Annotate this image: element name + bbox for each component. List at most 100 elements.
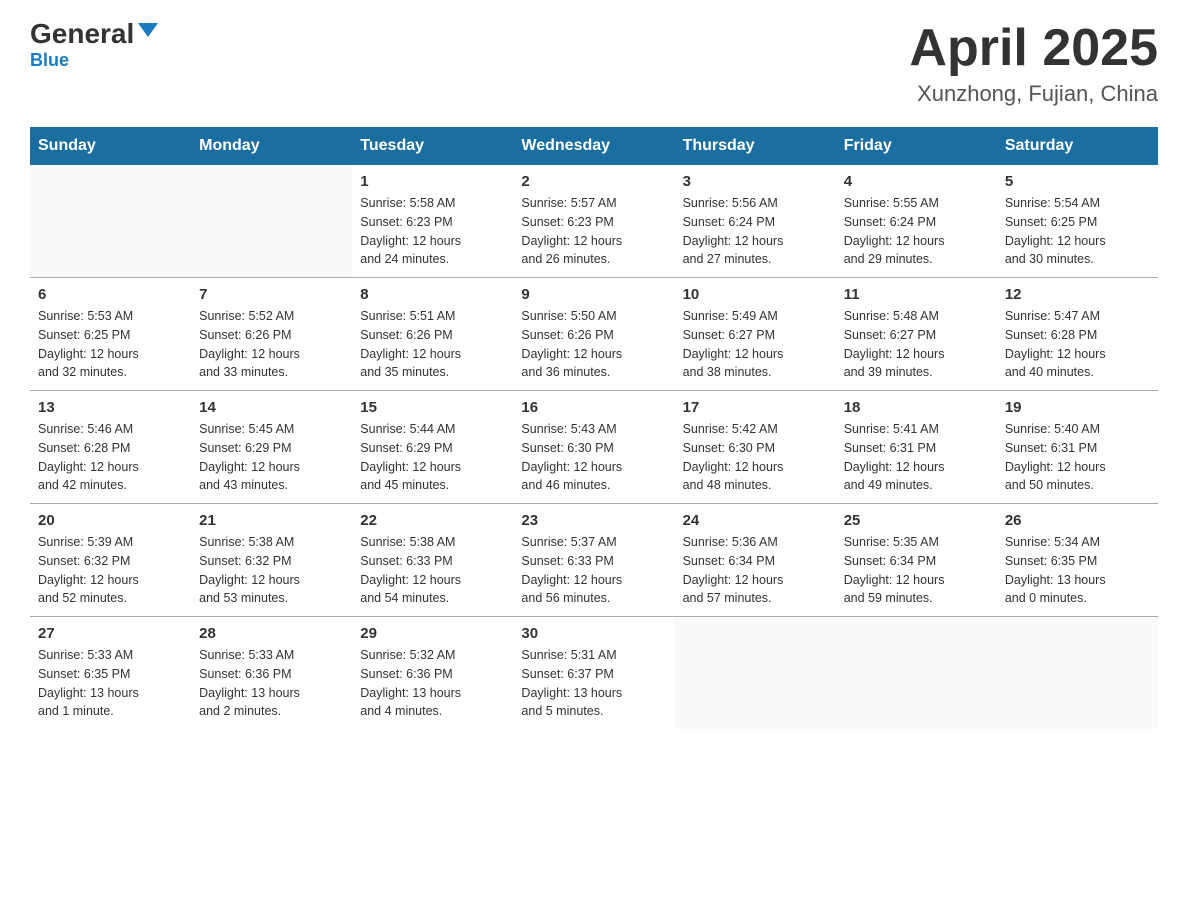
calendar-cell: 25 Sunrise: 5:35 AM Sunset: 6:34 PM Dayli… [836, 504, 997, 617]
day-info: Sunrise: 5:35 AM Sunset: 6:34 PM Dayligh… [844, 533, 989, 608]
day-number: 11 [844, 286, 989, 303]
calendar-cell: 4Sunrise: 5:55 AM Sunset: 6:24 PM Daylig… [836, 165, 997, 278]
day-number: 17 [683, 399, 828, 416]
calendar-cell: 20 Sunrise: 5:39 AM Sunset: 6:32 PM Dayli… [30, 504, 191, 617]
calendar-cell: 26Sunrise: 5:34 AM Sunset: 6:35 PM Dayli… [997, 504, 1158, 617]
calendar-cell: 15Sunrise: 5:44 AM Sunset: 6:29 PM Dayli… [352, 391, 513, 504]
day-number: 13 [38, 399, 183, 416]
calendar-cell: 16Sunrise: 5:43 AM Sunset: 6:30 PM Dayli… [513, 391, 674, 504]
day-number: 15 [360, 399, 505, 416]
calendar-cell: 13 Sunrise: 5:46 AM Sunset: 6:28 PM Dayli… [30, 391, 191, 504]
calendar-cell: 7 Sunrise: 5:52 AM Sunset: 6:26 PM Daylig… [191, 278, 352, 391]
calendar-cell [997, 617, 1158, 730]
days-header-row: SundayMondayTuesdayWednesdayThursdayFrid… [30, 127, 1158, 165]
calendar-table: SundayMondayTuesdayWednesdayThursdayFrid… [30, 127, 1158, 729]
day-info: Sunrise: 5:38 AM Sunset: 6:32 PM Dayligh… [199, 533, 344, 608]
calendar-week-row: 6Sunrise: 5:53 AM Sunset: 6:25 PM Daylig… [30, 278, 1158, 391]
calendar-week-row: 13 Sunrise: 5:46 AM Sunset: 6:28 PM Dayli… [30, 391, 1158, 504]
day-info: Sunrise: 5:39 AM Sunset: 6:32 PM Dayligh… [38, 533, 183, 608]
day-number: 7 [199, 286, 344, 303]
calendar-cell: 3 Sunrise: 5:56 AM Sunset: 6:24 PM Daylig… [675, 165, 836, 278]
day-number: 29 [360, 625, 505, 642]
day-info: Sunrise: 5:38 AM Sunset: 6:33 PM Dayligh… [360, 533, 505, 608]
calendar-cell: 1 Sunrise: 5:58 AM Sunset: 6:23 PM Daylig… [352, 165, 513, 278]
day-info: Sunrise: 5:55 AM Sunset: 6:24 PM Dayligh… [844, 194, 989, 269]
day-number: 23 [521, 512, 666, 529]
day-of-week-header: Tuesday [352, 127, 513, 165]
day-info: Sunrise: 5:37 AM Sunset: 6:33 PM Dayligh… [521, 533, 666, 608]
calendar-cell [836, 617, 997, 730]
day-info: Sunrise: 5:42 AM Sunset: 6:30 PM Dayligh… [683, 420, 828, 495]
calendar-cell: 14 Sunrise: 5:45 AM Sunset: 6:29 PM Dayli… [191, 391, 352, 504]
day-number: 2 [521, 173, 666, 190]
day-info: Sunrise: 5:41 AM Sunset: 6:31 PM Dayligh… [844, 420, 989, 495]
day-of-week-header: Sunday [30, 127, 191, 165]
calendar-week-row: 27 Sunrise: 5:33 AM Sunset: 6:35 PM Dayli… [30, 617, 1158, 730]
day-info: Sunrise: 5:31 AM Sunset: 6:37 PM Dayligh… [521, 646, 666, 721]
calendar-week-row: 20 Sunrise: 5:39 AM Sunset: 6:32 PM Dayli… [30, 504, 1158, 617]
day-info: Sunrise: 5:33 AM Sunset: 6:36 PM Dayligh… [199, 646, 344, 721]
day-number: 24 [683, 512, 828, 529]
calendar-cell: 5 Sunrise: 5:54 AM Sunset: 6:25 PM Daylig… [997, 165, 1158, 278]
calendar-cell: 17 Sunrise: 5:42 AM Sunset: 6:30 PM Dayli… [675, 391, 836, 504]
calendar-cell: 8 Sunrise: 5:51 AM Sunset: 6:26 PM Daylig… [352, 278, 513, 391]
calendar-cell [30, 165, 191, 278]
day-number: 19 [1005, 399, 1150, 416]
day-number: 9 [521, 286, 666, 303]
day-of-week-header: Friday [836, 127, 997, 165]
day-number: 8 [360, 286, 505, 303]
day-number: 27 [38, 625, 183, 642]
day-info: Sunrise: 5:56 AM Sunset: 6:24 PM Dayligh… [683, 194, 828, 269]
title-section: April 2025 Xunzhong, Fujian, China [909, 20, 1158, 107]
calendar-cell: 24 Sunrise: 5:36 AM Sunset: 6:34 PM Dayli… [675, 504, 836, 617]
day-info: Sunrise: 5:54 AM Sunset: 6:25 PM Dayligh… [1005, 194, 1150, 269]
calendar-subtitle: Xunzhong, Fujian, China [909, 81, 1158, 107]
day-number: 22 [360, 512, 505, 529]
day-info: Sunrise: 5:40 AM Sunset: 6:31 PM Dayligh… [1005, 420, 1150, 495]
day-info: Sunrise: 5:33 AM Sunset: 6:35 PM Dayligh… [38, 646, 183, 721]
calendar-cell [675, 617, 836, 730]
day-of-week-header: Wednesday [513, 127, 674, 165]
logo-sub-text: Blue [30, 50, 69, 71]
calendar-cell: 11 Sunrise: 5:48 AM Sunset: 6:27 PM Dayli… [836, 278, 997, 391]
calendar-cell [191, 165, 352, 278]
day-number: 30 [521, 625, 666, 642]
header: General Blue April 2025 Xunzhong, Fujian… [30, 20, 1158, 107]
day-number: 25 [844, 512, 989, 529]
day-number: 1 [360, 173, 505, 190]
calendar-cell: 23 Sunrise: 5:37 AM Sunset: 6:33 PM Dayli… [513, 504, 674, 617]
day-number: 16 [521, 399, 666, 416]
calendar-cell: 30 Sunrise: 5:31 AM Sunset: 6:37 PM Dayli… [513, 617, 674, 730]
day-number: 5 [1005, 173, 1150, 190]
day-number: 10 [683, 286, 828, 303]
logo-main-text: General [30, 20, 158, 48]
day-info: Sunrise: 5:53 AM Sunset: 6:25 PM Dayligh… [38, 307, 183, 382]
calendar-cell: 6Sunrise: 5:53 AM Sunset: 6:25 PM Daylig… [30, 278, 191, 391]
calendar-cell: 12Sunrise: 5:47 AM Sunset: 6:28 PM Dayli… [997, 278, 1158, 391]
calendar-cell: 2Sunrise: 5:57 AM Sunset: 6:23 PM Daylig… [513, 165, 674, 278]
day-info: Sunrise: 5:34 AM Sunset: 6:35 PM Dayligh… [1005, 533, 1150, 608]
day-of-week-header: Thursday [675, 127, 836, 165]
day-of-week-header: Saturday [997, 127, 1158, 165]
day-info: Sunrise: 5:36 AM Sunset: 6:34 PM Dayligh… [683, 533, 828, 608]
day-info: Sunrise: 5:58 AM Sunset: 6:23 PM Dayligh… [360, 194, 505, 269]
day-number: 21 [199, 512, 344, 529]
logo: General Blue [30, 20, 158, 71]
calendar-cell: 22 Sunrise: 5:38 AM Sunset: 6:33 PM Dayli… [352, 504, 513, 617]
day-number: 14 [199, 399, 344, 416]
day-info: Sunrise: 5:45 AM Sunset: 6:29 PM Dayligh… [199, 420, 344, 495]
calendar-cell: 9Sunrise: 5:50 AM Sunset: 6:26 PM Daylig… [513, 278, 674, 391]
day-info: Sunrise: 5:51 AM Sunset: 6:26 PM Dayligh… [360, 307, 505, 382]
day-number: 3 [683, 173, 828, 190]
day-info: Sunrise: 5:48 AM Sunset: 6:27 PM Dayligh… [844, 307, 989, 382]
logo-triangle-icon [138, 23, 158, 37]
day-number: 20 [38, 512, 183, 529]
calendar-week-row: 1 Sunrise: 5:58 AM Sunset: 6:23 PM Daylig… [30, 165, 1158, 278]
day-info: Sunrise: 5:46 AM Sunset: 6:28 PM Dayligh… [38, 420, 183, 495]
calendar-cell: 10Sunrise: 5:49 AM Sunset: 6:27 PM Dayli… [675, 278, 836, 391]
calendar-title: April 2025 [909, 20, 1158, 77]
day-info: Sunrise: 5:32 AM Sunset: 6:36 PM Dayligh… [360, 646, 505, 721]
day-info: Sunrise: 5:52 AM Sunset: 6:26 PM Dayligh… [199, 307, 344, 382]
day-number: 28 [199, 625, 344, 642]
calendar-cell: 18Sunrise: 5:41 AM Sunset: 6:31 PM Dayli… [836, 391, 997, 504]
